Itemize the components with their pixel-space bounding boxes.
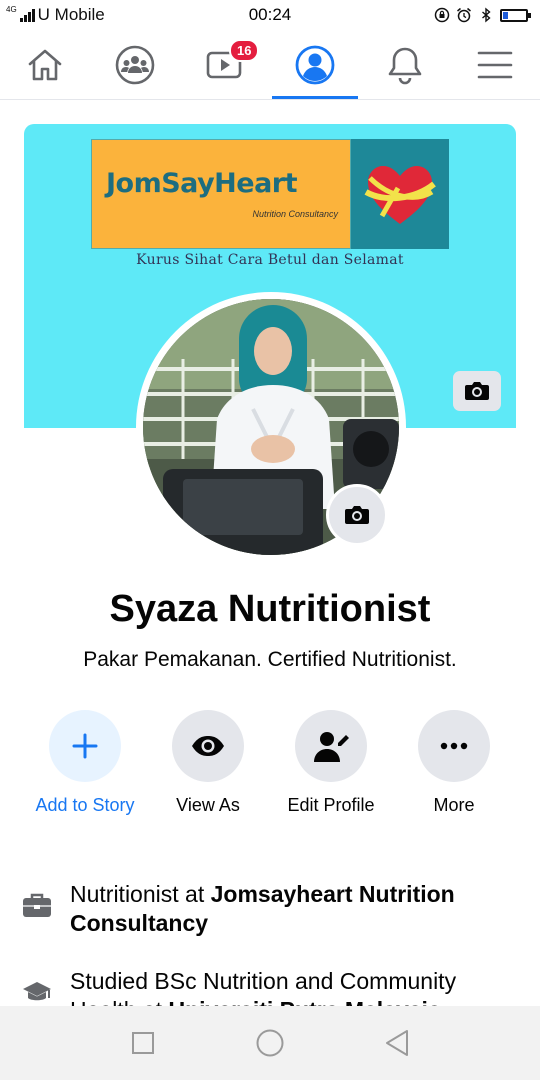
more-button[interactable]: More xyxy=(392,710,516,816)
tab-groups[interactable] xyxy=(90,30,180,99)
banner-subtitle: Nutrition Consultancy xyxy=(252,209,338,219)
tab-menu[interactable] xyxy=(450,30,540,99)
more-icon xyxy=(440,742,468,750)
battery-icon xyxy=(500,8,531,22)
tab-profile[interactable] xyxy=(270,30,360,99)
more-label: More xyxy=(433,795,475,815)
alarm-icon xyxy=(457,7,471,23)
bell-icon xyxy=(388,47,422,84)
profile-bio: Pakar Pemakanan. Certified Nutritionist. xyxy=(83,648,457,671)
bluetooth-icon xyxy=(482,7,491,23)
intro-work-text: Nutritionist at Jomsayheart Nutrition Co… xyxy=(70,880,522,938)
plus-icon xyxy=(72,733,98,759)
circle-icon xyxy=(256,1029,284,1057)
intro-work-item[interactable]: Nutritionist at Jomsayheart Nutrition Co… xyxy=(22,880,522,938)
tab-watch[interactable]: 16 xyxy=(180,30,270,99)
status-icons xyxy=(434,7,531,23)
view-as-circle xyxy=(172,710,244,782)
add-to-story-label: Add to Story xyxy=(35,795,135,815)
tab-home[interactable] xyxy=(0,30,90,99)
edit-profile-label: Edit Profile xyxy=(287,795,375,815)
edit-profile-button[interactable]: Edit Profile xyxy=(269,710,393,816)
add-to-story-button[interactable]: Add to Story xyxy=(23,710,147,816)
tab-notifications[interactable] xyxy=(360,30,450,99)
network-type: 4G xyxy=(6,4,17,14)
menu-icon xyxy=(477,51,513,78)
edit-profile-circle xyxy=(295,710,367,782)
edit-profile-icon xyxy=(314,732,349,762)
top-nav: 16 xyxy=(0,30,540,100)
groups-icon xyxy=(115,45,155,84)
edit-cover-button[interactable] xyxy=(453,371,501,411)
profile-icon xyxy=(295,45,335,84)
banner-logo-panel: JomSayHeart Nutrition Consultancy xyxy=(91,139,351,249)
more-circle xyxy=(418,710,490,782)
view-as-label: View As xyxy=(176,795,240,815)
square-icon xyxy=(132,1032,155,1054)
system-nav-bar xyxy=(0,1006,540,1080)
intro-work-prefix: Nutritionist at xyxy=(70,881,211,907)
briefcase-icon xyxy=(22,892,52,922)
profile-screen: 4G U Mobile 00:24 16 JomSayHeart Nutriti… xyxy=(0,0,540,1080)
watch-badge: 16 xyxy=(229,39,260,62)
status-bar: 4G U Mobile xyxy=(0,0,540,30)
heart-tape-icon xyxy=(351,139,449,249)
profile-name: Syaza Nutritionist xyxy=(109,588,431,630)
lock-rotation-icon xyxy=(434,7,450,23)
graduation-cap-icon xyxy=(22,979,52,1009)
home-icon xyxy=(28,49,62,80)
banner-title: JomSayHeart xyxy=(106,168,298,199)
cover-banner: JomSayHeart Nutrition Consultancy xyxy=(91,139,449,249)
eye-icon xyxy=(192,736,224,756)
signal-icon xyxy=(19,8,35,22)
camera-icon xyxy=(465,382,489,400)
home-button[interactable] xyxy=(246,1019,294,1067)
cover-caption: Kurus Sihat Cara Betul dan Selamat xyxy=(136,252,404,268)
profile-actions: Add to Story View As Edit Profile More xyxy=(0,710,540,820)
recents-button[interactable] xyxy=(119,1019,167,1067)
carrier-name: U Mobile xyxy=(37,5,105,24)
signal-area: 4G U Mobile xyxy=(6,5,105,25)
camera-icon xyxy=(345,506,369,524)
back-button[interactable] xyxy=(373,1019,421,1067)
add-to-story-circle xyxy=(49,710,121,782)
view-as-button[interactable]: View As xyxy=(146,710,270,816)
edit-profile-picture-button[interactable] xyxy=(326,484,388,546)
back-triangle-icon xyxy=(385,1030,408,1056)
